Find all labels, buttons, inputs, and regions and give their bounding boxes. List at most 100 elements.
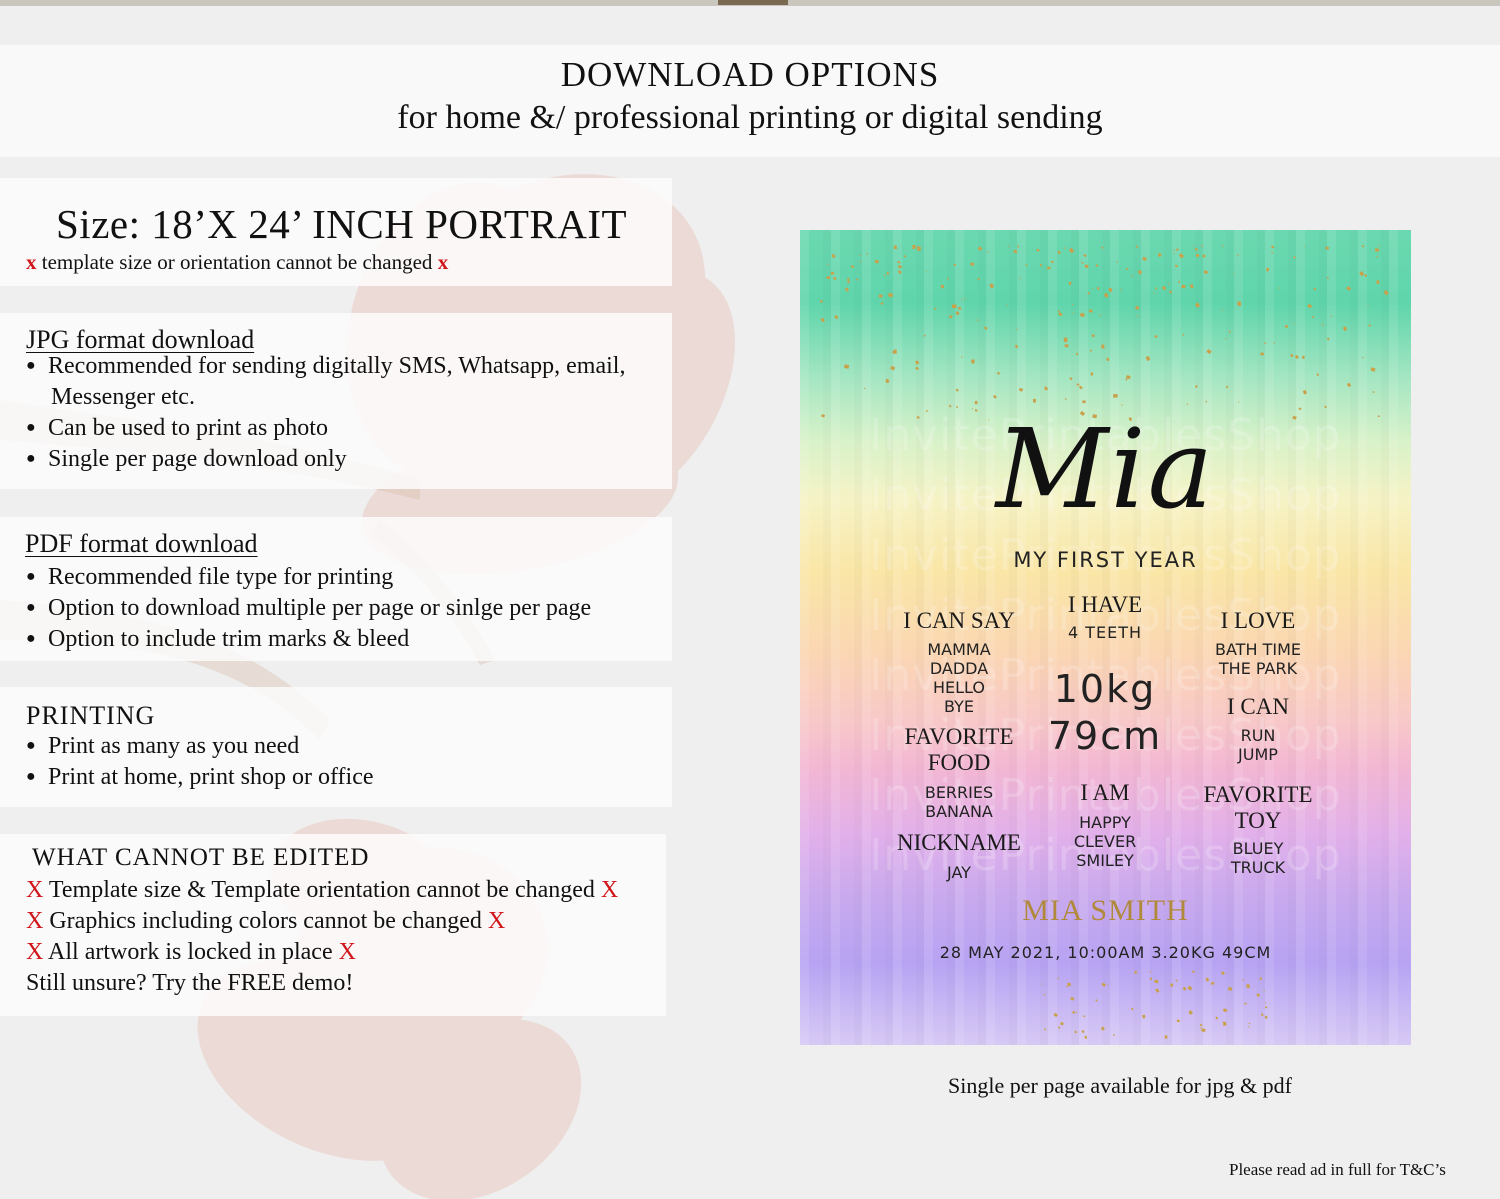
gold-fleck bbox=[1205, 977, 1210, 982]
gold-fleck bbox=[1175, 979, 1178, 982]
gold-fleck bbox=[878, 294, 883, 298]
gold-fleck bbox=[1201, 1028, 1206, 1033]
pdf-title: PDF format download bbox=[25, 529, 258, 558]
gold-fleck bbox=[961, 299, 963, 301]
gold-fleck bbox=[1069, 377, 1073, 381]
gold-fleck bbox=[1090, 372, 1094, 376]
gold-fleck bbox=[1224, 338, 1226, 340]
list-item: ● Option to download multiple per page or… bbox=[26, 595, 592, 621]
gold-fleck bbox=[1195, 302, 1201, 308]
gold-fleck bbox=[1189, 283, 1194, 289]
gold-fleck bbox=[1057, 250, 1061, 255]
height-value: 79cm bbox=[1047, 714, 1163, 758]
i-can-say-label: I CAN SAY bbox=[903, 608, 1015, 633]
gold-fleck bbox=[1072, 312, 1074, 314]
x-mark-icon: x bbox=[437, 250, 449, 274]
gold-fleck bbox=[912, 245, 916, 249]
gold-fleck bbox=[1131, 1007, 1134, 1011]
gold-fleck bbox=[1083, 254, 1087, 258]
gold-fleck bbox=[1199, 1023, 1203, 1027]
gold-fleck bbox=[1205, 400, 1208, 403]
gold-fleck bbox=[1245, 983, 1251, 989]
gold-fleck bbox=[897, 261, 901, 264]
gold-fleck bbox=[855, 278, 859, 281]
gold-fleck bbox=[1191, 970, 1196, 974]
page-title: DOWNLOAD OPTIONS bbox=[560, 55, 940, 94]
x-mark-icon: x bbox=[26, 250, 37, 274]
demo-line: Still unsure? Try the FREE demo! bbox=[26, 970, 354, 996]
gold-fleck bbox=[1302, 355, 1305, 360]
favorite-toy-items: BLUEY TRUCK bbox=[1230, 839, 1286, 877]
gold-fleck bbox=[989, 283, 995, 289]
list-item: ● Single per page download only bbox=[26, 446, 347, 472]
gold-fleck bbox=[1271, 252, 1273, 254]
gold-fleck bbox=[977, 278, 980, 281]
gold-fleck bbox=[1290, 353, 1294, 358]
gold-fleck bbox=[1264, 1006, 1268, 1009]
gold-fleck bbox=[1092, 287, 1094, 290]
gold-fleck bbox=[1057, 310, 1060, 313]
gold-fleck bbox=[1072, 303, 1074, 306]
i-love-items: BATH TIME THE PARK bbox=[1215, 640, 1301, 678]
gold-fleck bbox=[977, 246, 983, 251]
bullet-icon: ● bbox=[26, 630, 36, 647]
gold-fleck bbox=[820, 300, 823, 303]
gold-fleck bbox=[934, 307, 937, 310]
gold-fleck bbox=[1359, 271, 1365, 277]
gold-fleck bbox=[1095, 264, 1099, 268]
gold-fleck bbox=[1247, 1026, 1250, 1028]
gold-fleck bbox=[1273, 342, 1276, 344]
gold-fleck bbox=[1215, 1016, 1219, 1020]
gold-fleck bbox=[1195, 253, 1200, 258]
poster-full-name: MIA SMITH bbox=[1022, 894, 1189, 927]
bullet-icon: ● bbox=[26, 419, 36, 436]
gold-fleck bbox=[983, 326, 988, 330]
gold-fleck bbox=[1182, 333, 1185, 336]
gold-fleck bbox=[1057, 977, 1059, 980]
gold-fleck bbox=[830, 271, 835, 275]
i-love-label: I LOVE bbox=[1220, 608, 1296, 633]
gold-fleck bbox=[834, 314, 839, 320]
gold-fleck bbox=[1137, 315, 1139, 318]
gold-fleck bbox=[1063, 337, 1068, 343]
gold-fleck bbox=[832, 276, 837, 281]
gold-fleck bbox=[1307, 303, 1313, 309]
gold-fleck bbox=[874, 259, 879, 264]
gold-fleck bbox=[1125, 375, 1131, 380]
top-strip bbox=[0, 0, 1500, 6]
gold-fleck bbox=[1174, 264, 1178, 268]
bullet-icon: ● bbox=[26, 450, 36, 467]
gold-fleck bbox=[1173, 252, 1175, 254]
gold-fleck bbox=[1095, 999, 1098, 1002]
bullet-icon: ● bbox=[26, 568, 36, 585]
gold-fleck bbox=[1161, 285, 1167, 291]
gold-fleck bbox=[915, 366, 919, 371]
gold-fleck bbox=[885, 378, 890, 384]
list-item-continuation: Messenger etc. bbox=[51, 384, 195, 410]
gold-fleck bbox=[1090, 349, 1092, 352]
size-note: x template size or orientation cannot be… bbox=[26, 250, 448, 275]
gold-fleck bbox=[1041, 983, 1043, 985]
gold-fleck bbox=[916, 245, 918, 247]
gold-fleck bbox=[886, 272, 889, 275]
gold-fleck bbox=[1256, 993, 1261, 998]
gold-fleck bbox=[1168, 282, 1170, 285]
gold-fleck bbox=[1244, 1002, 1247, 1005]
nickname-value: JAY bbox=[947, 863, 971, 882]
gold-fleck bbox=[820, 317, 825, 323]
gold-fleck bbox=[1097, 287, 1100, 290]
gold-fleck bbox=[1113, 394, 1118, 398]
gold-fleck bbox=[1065, 985, 1068, 987]
gold-fleck bbox=[1266, 267, 1270, 272]
gold-fleck bbox=[1101, 246, 1104, 250]
gold-fleck bbox=[996, 371, 1001, 375]
gold-fleck bbox=[1187, 985, 1193, 991]
x-mark-icon: X bbox=[338, 939, 356, 965]
gold-fleck bbox=[1067, 982, 1071, 987]
printing-panel: PRINTING ● Print as many as you need ● Pri… bbox=[0, 687, 672, 807]
gold-fleck bbox=[863, 387, 866, 390]
gold-fleck bbox=[1293, 256, 1296, 259]
gold-fleck bbox=[915, 360, 920, 365]
gold-fleck bbox=[1237, 301, 1242, 307]
gold-fleck bbox=[1120, 288, 1122, 291]
